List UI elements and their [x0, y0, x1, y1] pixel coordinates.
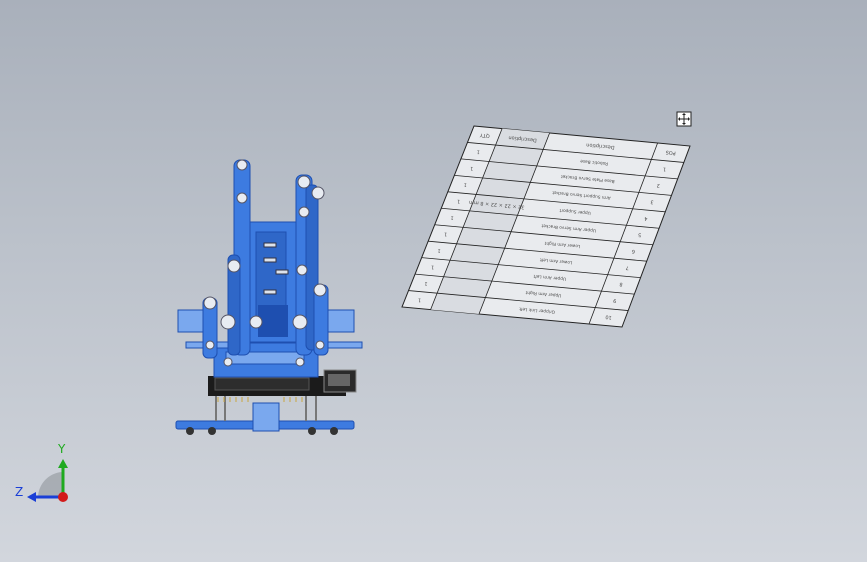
y-axis-arrow-icon [58, 459, 68, 468]
pcb-connector [214, 377, 310, 391]
triad-arc [38, 472, 62, 497]
base-foot-right [308, 427, 316, 435]
move-handle-icon[interactable] [676, 111, 692, 127]
bom-cell-qty: 1 [450, 214, 454, 220]
bom-cell-pos: 2 [656, 182, 660, 188]
robot-arm-assembly[interactable] [175, 159, 363, 435]
bom-header-pos: POS [665, 149, 676, 156]
bom-cell-pos: 5 [638, 231, 642, 237]
view-triad[interactable] [27, 459, 68, 502]
bom-cell-qty: 1 [437, 247, 441, 253]
pcb-pins [217, 397, 303, 402]
bom-cell-qty: 1 [444, 231, 448, 237]
bom-table[interactable]: QTY DescriptionDescriptionPOS1Robotic Bas… [401, 125, 691, 328]
bom-cell-pos: 3 [650, 198, 654, 204]
bom-cell-pos: 10 [605, 313, 612, 320]
base-foot-mid [208, 427, 216, 435]
usb-jack-inner [328, 374, 350, 386]
bom-cell-qty: 1 [463, 181, 467, 187]
y-axis-label: Y [58, 442, 66, 456]
z-axis-label: Z [15, 485, 24, 499]
bom-cell-pos: 6 [632, 248, 636, 254]
bom-cell-qty: 1 [431, 264, 435, 270]
bom-cell-pos: 8 [619, 281, 623, 287]
bom-cell-qty: 1 [457, 198, 461, 204]
x-axis-dot-icon [58, 492, 68, 502]
base-plate-stand [252, 402, 280, 432]
bom-cell-qty: 1 [470, 165, 474, 171]
bom-cell-qty: 1 [424, 280, 428, 286]
bom-cell-pos: 4 [644, 215, 648, 221]
bom-cell-pos: 7 [625, 264, 629, 270]
bom-cell-qty: 1 [476, 148, 480, 154]
servo-center [258, 305, 288, 337]
cad-viewport[interactable]: QTY DescriptionDescriptionPOS1Robotic Bas… [0, 0, 867, 562]
bom-cell-qty: 1 [418, 296, 422, 302]
bom-header-qty: QTY [479, 131, 490, 138]
bom-cell-pos: 1 [663, 166, 667, 172]
base-foot-left [186, 427, 194, 435]
bom-cell-pos: 9 [613, 297, 617, 303]
z-axis-arrow-icon [27, 492, 36, 502]
base-foot-right2 [330, 427, 338, 435]
